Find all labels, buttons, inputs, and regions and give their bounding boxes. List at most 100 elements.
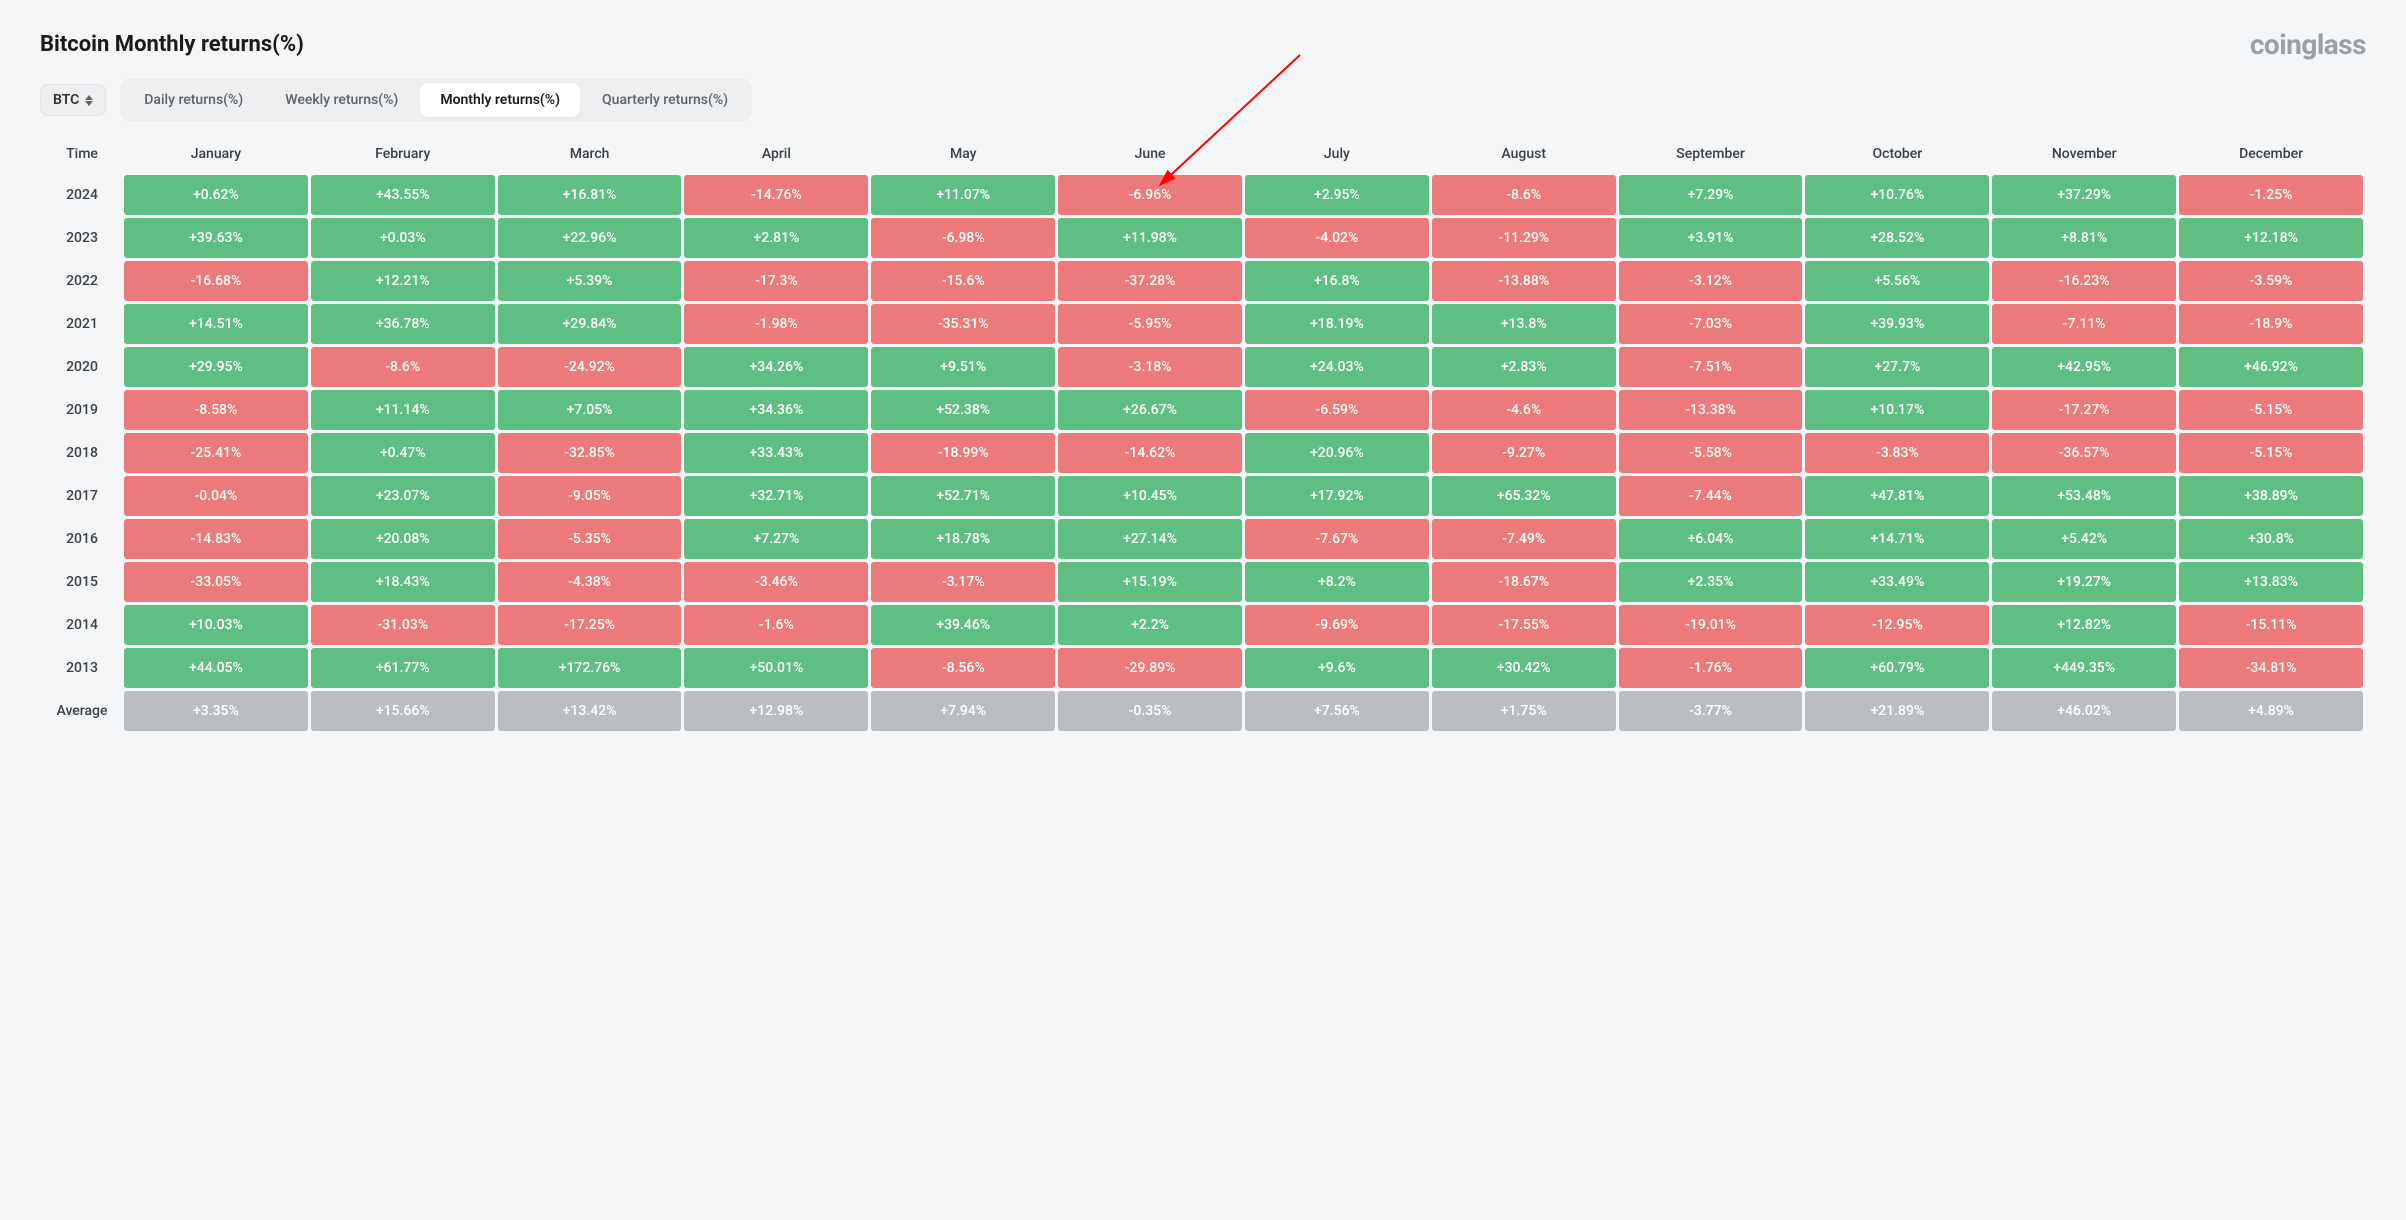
return-cell: -7.51%: [1619, 347, 1803, 387]
return-cell: +30.42%: [1432, 648, 1616, 688]
return-cell: +16.81%: [498, 175, 682, 215]
return-cell: +33.43%: [684, 433, 868, 473]
return-cell: -3.17%: [871, 562, 1055, 602]
return-cell: -6.96%: [1058, 175, 1242, 215]
return-cell: -8.6%: [1432, 175, 1616, 215]
return-cell: -17.55%: [1432, 605, 1616, 645]
return-cell: +53.48%: [1992, 476, 2176, 516]
return-cell: -4.38%: [498, 562, 682, 602]
return-cell: +32.71%: [684, 476, 868, 516]
tab-daily-returns[interactable]: Daily returns(%): [124, 83, 263, 117]
return-cell: +29.95%: [124, 347, 308, 387]
year-label: 2017: [43, 476, 121, 516]
return-cell: +39.63%: [124, 218, 308, 258]
column-header-december: December: [2179, 138, 2363, 172]
return-cell: -7.49%: [1432, 519, 1616, 559]
column-header-february: February: [311, 138, 495, 172]
return-cell: +26.67%: [1058, 390, 1242, 430]
return-cell: +39.93%: [1805, 304, 1989, 344]
return-cell: +9.6%: [1245, 648, 1429, 688]
tab-monthly-returns[interactable]: Monthly returns(%): [420, 83, 580, 117]
table-row: 2022-16.68%+12.21%+5.39%-17.3%-15.6%-37.…: [43, 261, 2363, 301]
return-cell: -4.6%: [1432, 390, 1616, 430]
return-cell: +61.77%: [311, 648, 495, 688]
table-row: 2014+10.03%-31.03%-17.25%-1.6%+39.46%+2.…: [43, 605, 2363, 645]
return-cell: -17.27%: [1992, 390, 2176, 430]
return-cell: -33.05%: [124, 562, 308, 602]
return-cell: +43.55%: [311, 175, 495, 215]
year-label: 2016: [43, 519, 121, 559]
return-cell: +29.84%: [498, 304, 682, 344]
tab-quarterly-returns[interactable]: Quarterly returns(%): [582, 83, 748, 117]
return-cell: +8.2%: [1245, 562, 1429, 602]
return-cell: +19.27%: [1992, 562, 2176, 602]
return-cell: +23.07%: [311, 476, 495, 516]
chevron-up-down-icon: [85, 95, 93, 106]
year-label: 2022: [43, 261, 121, 301]
return-cell: +10.45%: [1058, 476, 1242, 516]
return-cell: +172.76%: [498, 648, 682, 688]
return-cell: -3.59%: [2179, 261, 2363, 301]
return-cell: +13.83%: [2179, 562, 2363, 602]
average-cell: +7.56%: [1245, 691, 1429, 731]
asset-dropdown[interactable]: BTC: [40, 84, 106, 116]
brand-logo: coinglass: [2250, 28, 2366, 61]
return-cell: -11.29%: [1432, 218, 1616, 258]
return-cell: +449.35%: [1992, 648, 2176, 688]
return-cell: -32.85%: [498, 433, 682, 473]
return-cell: +27.14%: [1058, 519, 1242, 559]
column-header-january: January: [124, 138, 308, 172]
return-cell: +28.52%: [1805, 218, 1989, 258]
return-cell: -35.31%: [871, 304, 1055, 344]
return-cell: -18.99%: [871, 433, 1055, 473]
return-cell: +12.21%: [311, 261, 495, 301]
return-cell: +0.03%: [311, 218, 495, 258]
return-cell: +2.95%: [1245, 175, 1429, 215]
return-cell: -1.25%: [2179, 175, 2363, 215]
column-header-august: August: [1432, 138, 1616, 172]
returns-heatmap-table: TimeJanuaryFebruaryMarchAprilMayJuneJuly…: [40, 135, 2366, 734]
return-cell: -31.03%: [311, 605, 495, 645]
return-cell: +18.43%: [311, 562, 495, 602]
return-cell: +8.81%: [1992, 218, 2176, 258]
return-cell: +11.98%: [1058, 218, 1242, 258]
return-cell: +7.29%: [1619, 175, 1803, 215]
year-label: 2020: [43, 347, 121, 387]
return-cell: -1.98%: [684, 304, 868, 344]
table-row: 2019-8.58%+11.14%+7.05%+34.36%+52.38%+26…: [43, 390, 2363, 430]
return-cell: +10.17%: [1805, 390, 1989, 430]
return-cell: +0.47%: [311, 433, 495, 473]
column-header-may: May: [871, 138, 1055, 172]
return-cell: +16.8%: [1245, 261, 1429, 301]
return-cell: +7.27%: [684, 519, 868, 559]
return-cell: -7.03%: [1619, 304, 1803, 344]
return-cell: +52.71%: [871, 476, 1055, 516]
average-cell: +12.98%: [684, 691, 868, 731]
return-cell: -8.56%: [871, 648, 1055, 688]
year-label: 2018: [43, 433, 121, 473]
return-cell: -16.68%: [124, 261, 308, 301]
column-header-june: June: [1058, 138, 1242, 172]
return-cell: -9.69%: [1245, 605, 1429, 645]
average-cell: +3.35%: [124, 691, 308, 731]
return-cell: +5.42%: [1992, 519, 2176, 559]
year-label: 2015: [43, 562, 121, 602]
table-row: 2021+14.51%+36.78%+29.84%-1.98%-35.31%-5…: [43, 304, 2363, 344]
tab-weekly-returns[interactable]: Weekly returns(%): [265, 83, 418, 117]
return-cell: +2.83%: [1432, 347, 1616, 387]
return-cell: +12.18%: [2179, 218, 2363, 258]
return-cell: +24.03%: [1245, 347, 1429, 387]
table-row: 2020+29.95%-8.6%-24.92%+34.26%+9.51%-3.1…: [43, 347, 2363, 387]
return-cell: +10.76%: [1805, 175, 1989, 215]
return-cell: +12.82%: [1992, 605, 2176, 645]
return-cell: -3.12%: [1619, 261, 1803, 301]
return-cell: +30.8%: [2179, 519, 2363, 559]
return-cell: +6.04%: [1619, 519, 1803, 559]
return-cell: +18.19%: [1245, 304, 1429, 344]
column-header-march: March: [498, 138, 682, 172]
return-cell: -5.35%: [498, 519, 682, 559]
return-cell: -16.23%: [1992, 261, 2176, 301]
return-cell: +65.32%: [1432, 476, 1616, 516]
year-label: 2014: [43, 605, 121, 645]
column-header-july: July: [1245, 138, 1429, 172]
